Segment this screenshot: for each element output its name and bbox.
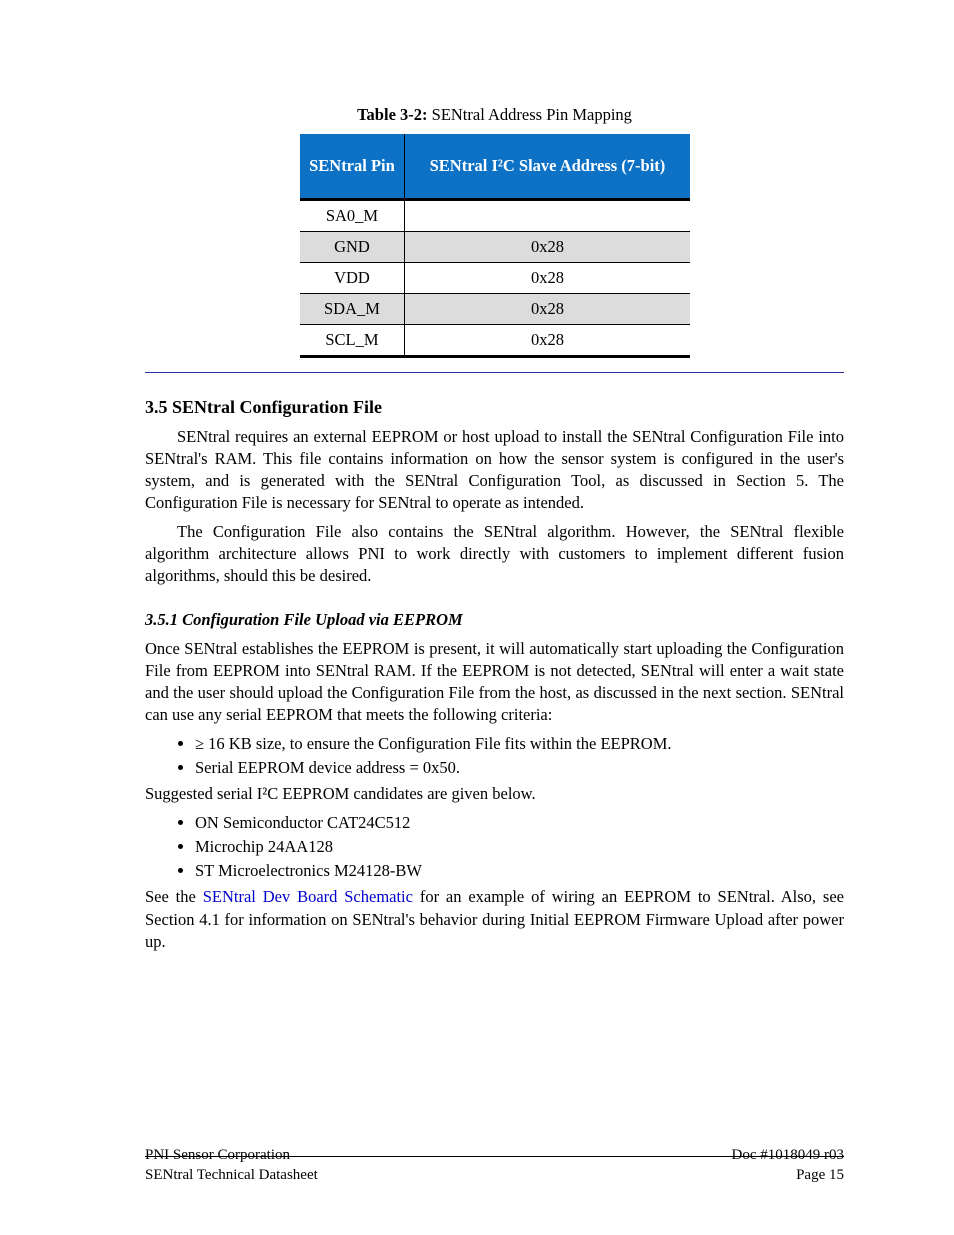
footer-left: PNI Sensor Corporation SENtral Technical… [145,1145,318,1186]
cell-addr: 0x28 [405,263,690,294]
cell-addr: 0x28 [405,294,690,325]
table-caption: Table 3-2: SENtral Address Pin Mapping [145,104,844,126]
header-spacer [145,90,844,104]
cell-pin: SCL_M [300,325,405,357]
pinmap-table: SENtral Pin SENtral I²C Slave Address (7… [300,134,690,358]
list-item: Serial EEPROM device address = 0x50. [195,757,844,779]
footer-company: PNI Sensor Corporation [145,1145,318,1165]
section-3-5-1-para3: See the SENtral Dev Board Schematic for … [145,886,844,953]
list-item: ST Microelectronics M24128-BW [195,860,844,882]
section-3-5-1-heading: 3.5.1 Configuration File Upload via EEPR… [145,609,844,631]
section-3-5-para2: The Configuration File also contains the… [145,521,844,588]
footer-page: Page 15 [732,1165,845,1185]
footer: PNI Sensor Corporation SENtral Technical… [145,1145,844,1186]
eeprom-list: ON Semiconductor CAT24C512 Microchip 24A… [195,812,844,883]
section-divider [145,372,844,373]
footer-right: Doc #1018049 r03 Page 15 [732,1145,845,1186]
section-3-5-1-para1: Once SENtral establishes the EEPROM is p… [145,638,844,727]
cell-pin: SA0_M [300,200,405,232]
col-header-pin: SENtral Pin [300,134,405,200]
para3-pre: See the [145,887,203,906]
caption-text: SENtral Address Pin Mapping [428,105,632,124]
list-item: ≥ 16 KB size, to ensure the Configuratio… [195,733,844,755]
table-row: SDA_M0x28 [300,294,690,325]
cell-addr: 0x28 [405,325,690,357]
schematic-link[interactable]: SENtral Dev Board Schematic [203,887,413,906]
cell-pin: GND [300,232,405,263]
caption-label: Table 3-2: [357,105,427,124]
section-3-5-1-para2: Suggested serial I²C EEPROM candidates a… [145,783,844,805]
section-3-5-heading: 3.5 SENtral Configuration File [145,395,844,419]
table-row: SA0_M [300,200,690,232]
section-3-5-para1: SENtral requires an external EEPROM or h… [145,426,844,515]
page: Table 3-2: SENtral Address Pin Mapping S… [0,0,954,1235]
cell-pin: VDD [300,263,405,294]
list-item: ON Semiconductor CAT24C512 [195,812,844,834]
col-header-addr: SENtral I²C Slave Address (7-bit) [405,134,690,200]
criteria-list: ≥ 16 KB size, to ensure the Configuratio… [195,733,844,780]
cell-addr: 0x28 [405,232,690,263]
list-item: Microchip 24AA128 [195,836,844,858]
footer-doc-title: SENtral Technical Datasheet [145,1165,318,1185]
table-row: GND0x28 [300,232,690,263]
table-row: SCL_M0x28 [300,325,690,357]
pinmap-tbody: SA0_MGND0x28VDD0x28SDA_M0x28SCL_M0x28 [300,200,690,357]
table-row: VDD0x28 [300,263,690,294]
cell-pin: SDA_M [300,294,405,325]
footer-docnum: Doc #1018049 r03 [732,1145,845,1165]
cell-addr [405,200,690,232]
